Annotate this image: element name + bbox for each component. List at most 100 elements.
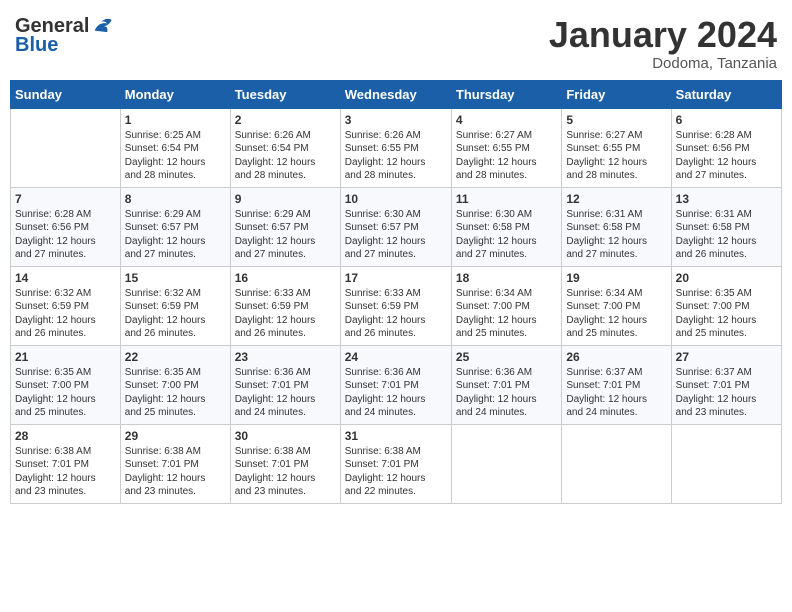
calendar-day-cell [11, 108, 121, 187]
day-info: Sunrise: 6:37 AM Sunset: 7:01 PM Dayligh… [566, 366, 666, 420]
day-number: 19 [566, 271, 666, 285]
calendar-day-cell: 5Sunrise: 6:27 AM Sunset: 6:55 PM Daylig… [562, 108, 671, 187]
day-info: Sunrise: 6:27 AM Sunset: 6:55 PM Dayligh… [456, 129, 557, 183]
day-info: Sunrise: 6:31 AM Sunset: 6:58 PM Dayligh… [566, 208, 666, 262]
day-info: Sunrise: 6:34 AM Sunset: 7:00 PM Dayligh… [566, 287, 666, 341]
title-area: January 2024 Dodoma, Tanzania [549, 15, 777, 72]
day-number: 31 [345, 429, 447, 443]
day-number: 14 [15, 271, 116, 285]
calendar-day-cell: 12Sunrise: 6:31 AM Sunset: 6:58 PM Dayli… [562, 187, 671, 266]
day-number: 30 [235, 429, 336, 443]
calendar-day-cell: 4 Sunrise: 6:27 AM Sunset: 6:55 PM Daylig… [451, 108, 561, 187]
calendar-day-cell [671, 424, 781, 503]
day-info: Sunrise: 6:35 AM Sunset: 7:00 PM Dayligh… [676, 287, 777, 341]
day-info: Sunrise: 6:35 AM Sunset: 7:00 PM Dayligh… [125, 366, 226, 420]
day-info: Sunrise: 6:28 AM Sunset: 6:56 PM Dayligh… [15, 208, 116, 262]
calendar-day-cell [451, 424, 561, 503]
logo-bird-icon [91, 16, 113, 38]
calendar-day-cell: 16Sunrise: 6:33 AM Sunset: 6:59 PM Dayli… [230, 266, 340, 345]
day-number: 5 [566, 113, 666, 127]
calendar-day-cell: 26 Sunrise: 6:37 AM Sunset: 7:01 PM Dayli… [562, 345, 671, 424]
day-number: 27 [676, 350, 777, 364]
logo: General Blue [15, 15, 113, 57]
day-info: Sunrise: 6:25 AM Sunset: 6:54 PM Dayligh… [125, 129, 226, 183]
day-info: Sunrise: 6:31 AM Sunset: 6:58 PM Dayligh… [676, 208, 777, 262]
calendar-day-cell: 19 Sunrise: 6:34 AM Sunset: 7:00 PM Dayli… [562, 266, 671, 345]
calendar-day-cell: 28Sunrise: 6:38 AM Sunset: 7:01 PM Dayli… [11, 424, 121, 503]
calendar-day-cell: 9Sunrise: 6:29 AM Sunset: 6:57 PM Daylig… [230, 187, 340, 266]
calendar-table: Sunday Monday Tuesday Wednesday Thursday… [10, 80, 782, 504]
day-info: Sunrise: 6:36 AM Sunset: 7:01 PM Dayligh… [235, 366, 336, 420]
day-number: 11 [456, 192, 557, 206]
calendar-day-cell: 11 Sunrise: 6:30 AM Sunset: 6:58 PM Dayli… [451, 187, 561, 266]
day-info: Sunrise: 6:28 AM Sunset: 6:56 PM Dayligh… [676, 129, 777, 183]
day-info: Sunrise: 6:33 AM Sunset: 6:59 PM Dayligh… [345, 287, 447, 341]
calendar-day-cell: 31Sunrise: 6:38 AM Sunset: 7:01 PM Dayli… [340, 424, 451, 503]
day-number: 7 [15, 192, 116, 206]
day-number: 6 [676, 113, 777, 127]
col-sunday: Sunday [11, 80, 121, 108]
calendar-week-row: 7 Sunrise: 6:28 AM Sunset: 6:56 PM Daylig… [11, 187, 782, 266]
calendar-day-cell: 10 Sunrise: 6:30 AM Sunset: 6:57 PM Dayli… [340, 187, 451, 266]
calendar-day-cell: 1 Sunrise: 6:25 AM Sunset: 6:54 PM Daylig… [120, 108, 230, 187]
day-number: 23 [235, 350, 336, 364]
calendar-week-row: 14 Sunrise: 6:32 AM Sunset: 6:59 PM Dayli… [11, 266, 782, 345]
day-info: Sunrise: 6:34 AM Sunset: 7:00 PM Dayligh… [456, 287, 557, 341]
day-number: 1 [125, 113, 226, 127]
day-info: Sunrise: 6:32 AM Sunset: 6:59 PM Dayligh… [15, 287, 116, 341]
day-info: Sunrise: 6:38 AM Sunset: 7:01 PM Dayligh… [125, 445, 226, 499]
day-info: Sunrise: 6:30 AM Sunset: 6:57 PM Dayligh… [345, 208, 447, 262]
day-number: 29 [125, 429, 226, 443]
day-number: 24 [345, 350, 447, 364]
day-info: Sunrise: 6:29 AM Sunset: 6:57 PM Dayligh… [235, 208, 336, 262]
calendar-week-row: 1 Sunrise: 6:25 AM Sunset: 6:54 PM Daylig… [11, 108, 782, 187]
col-monday: Monday [120, 80, 230, 108]
calendar-week-row: 21 Sunrise: 6:35 AM Sunset: 7:00 PM Dayli… [11, 345, 782, 424]
calendar-day-cell: 30 Sunrise: 6:38 AM Sunset: 7:01 PM Dayli… [230, 424, 340, 503]
col-thursday: Thursday [451, 80, 561, 108]
col-tuesday: Tuesday [230, 80, 340, 108]
day-info: Sunrise: 6:33 AM Sunset: 6:59 PM Dayligh… [235, 287, 336, 341]
calendar-day-cell: 25 Sunrise: 6:36 AM Sunset: 7:01 PM Dayli… [451, 345, 561, 424]
logo-blue: Blue [15, 34, 58, 57]
col-friday: Friday [562, 80, 671, 108]
day-info: Sunrise: 6:36 AM Sunset: 7:01 PM Dayligh… [456, 366, 557, 420]
day-info: Sunrise: 6:30 AM Sunset: 6:58 PM Dayligh… [456, 208, 557, 262]
location-subtitle: Dodoma, Tanzania [549, 55, 777, 72]
day-info: Sunrise: 6:35 AM Sunset: 7:00 PM Dayligh… [15, 366, 116, 420]
day-number: 8 [125, 192, 226, 206]
calendar-day-cell: 8 Sunrise: 6:29 AM Sunset: 6:57 PM Daylig… [120, 187, 230, 266]
calendar-day-cell: 13 Sunrise: 6:31 AM Sunset: 6:58 PM Dayli… [671, 187, 781, 266]
calendar-day-cell: 6 Sunrise: 6:28 AM Sunset: 6:56 PM Daylig… [671, 108, 781, 187]
day-info: Sunrise: 6:32 AM Sunset: 6:59 PM Dayligh… [125, 287, 226, 341]
calendar-day-cell: 7 Sunrise: 6:28 AM Sunset: 6:56 PM Daylig… [11, 187, 121, 266]
col-saturday: Saturday [671, 80, 781, 108]
day-info: Sunrise: 6:38 AM Sunset: 7:01 PM Dayligh… [235, 445, 336, 499]
day-number: 25 [456, 350, 557, 364]
day-number: 21 [15, 350, 116, 364]
page-header: General Blue January 2024 Dodoma, Tanzan… [10, 10, 782, 72]
day-number: 13 [676, 192, 777, 206]
calendar-week-row: 28Sunrise: 6:38 AM Sunset: 7:01 PM Dayli… [11, 424, 782, 503]
calendar-day-cell: 22Sunrise: 6:35 AM Sunset: 7:00 PM Dayli… [120, 345, 230, 424]
day-number: 10 [345, 192, 447, 206]
day-info: Sunrise: 6:36 AM Sunset: 7:01 PM Dayligh… [345, 366, 447, 420]
day-number: 26 [566, 350, 666, 364]
calendar-day-cell [562, 424, 671, 503]
calendar-day-cell: 15 Sunrise: 6:32 AM Sunset: 6:59 PM Dayli… [120, 266, 230, 345]
day-number: 20 [676, 271, 777, 285]
day-info: Sunrise: 6:26 AM Sunset: 6:54 PM Dayligh… [235, 129, 336, 183]
month-title: January 2024 [549, 15, 777, 55]
day-info: Sunrise: 6:37 AM Sunset: 7:01 PM Dayligh… [676, 366, 777, 420]
day-info: Sunrise: 6:29 AM Sunset: 6:57 PM Dayligh… [125, 208, 226, 262]
calendar-day-cell: 24 Sunrise: 6:36 AM Sunset: 7:01 PM Dayli… [340, 345, 451, 424]
calendar-header-row: Sunday Monday Tuesday Wednesday Thursday… [11, 80, 782, 108]
calendar-day-cell: 21 Sunrise: 6:35 AM Sunset: 7:00 PM Dayli… [11, 345, 121, 424]
day-number: 15 [125, 271, 226, 285]
day-number: 2 [235, 113, 336, 127]
calendar-day-cell: 3Sunrise: 6:26 AM Sunset: 6:55 PM Daylig… [340, 108, 451, 187]
day-number: 17 [345, 271, 447, 285]
day-number: 4 [456, 113, 557, 127]
calendar-day-cell: 18Sunrise: 6:34 AM Sunset: 7:00 PM Dayli… [451, 266, 561, 345]
col-wednesday: Wednesday [340, 80, 451, 108]
